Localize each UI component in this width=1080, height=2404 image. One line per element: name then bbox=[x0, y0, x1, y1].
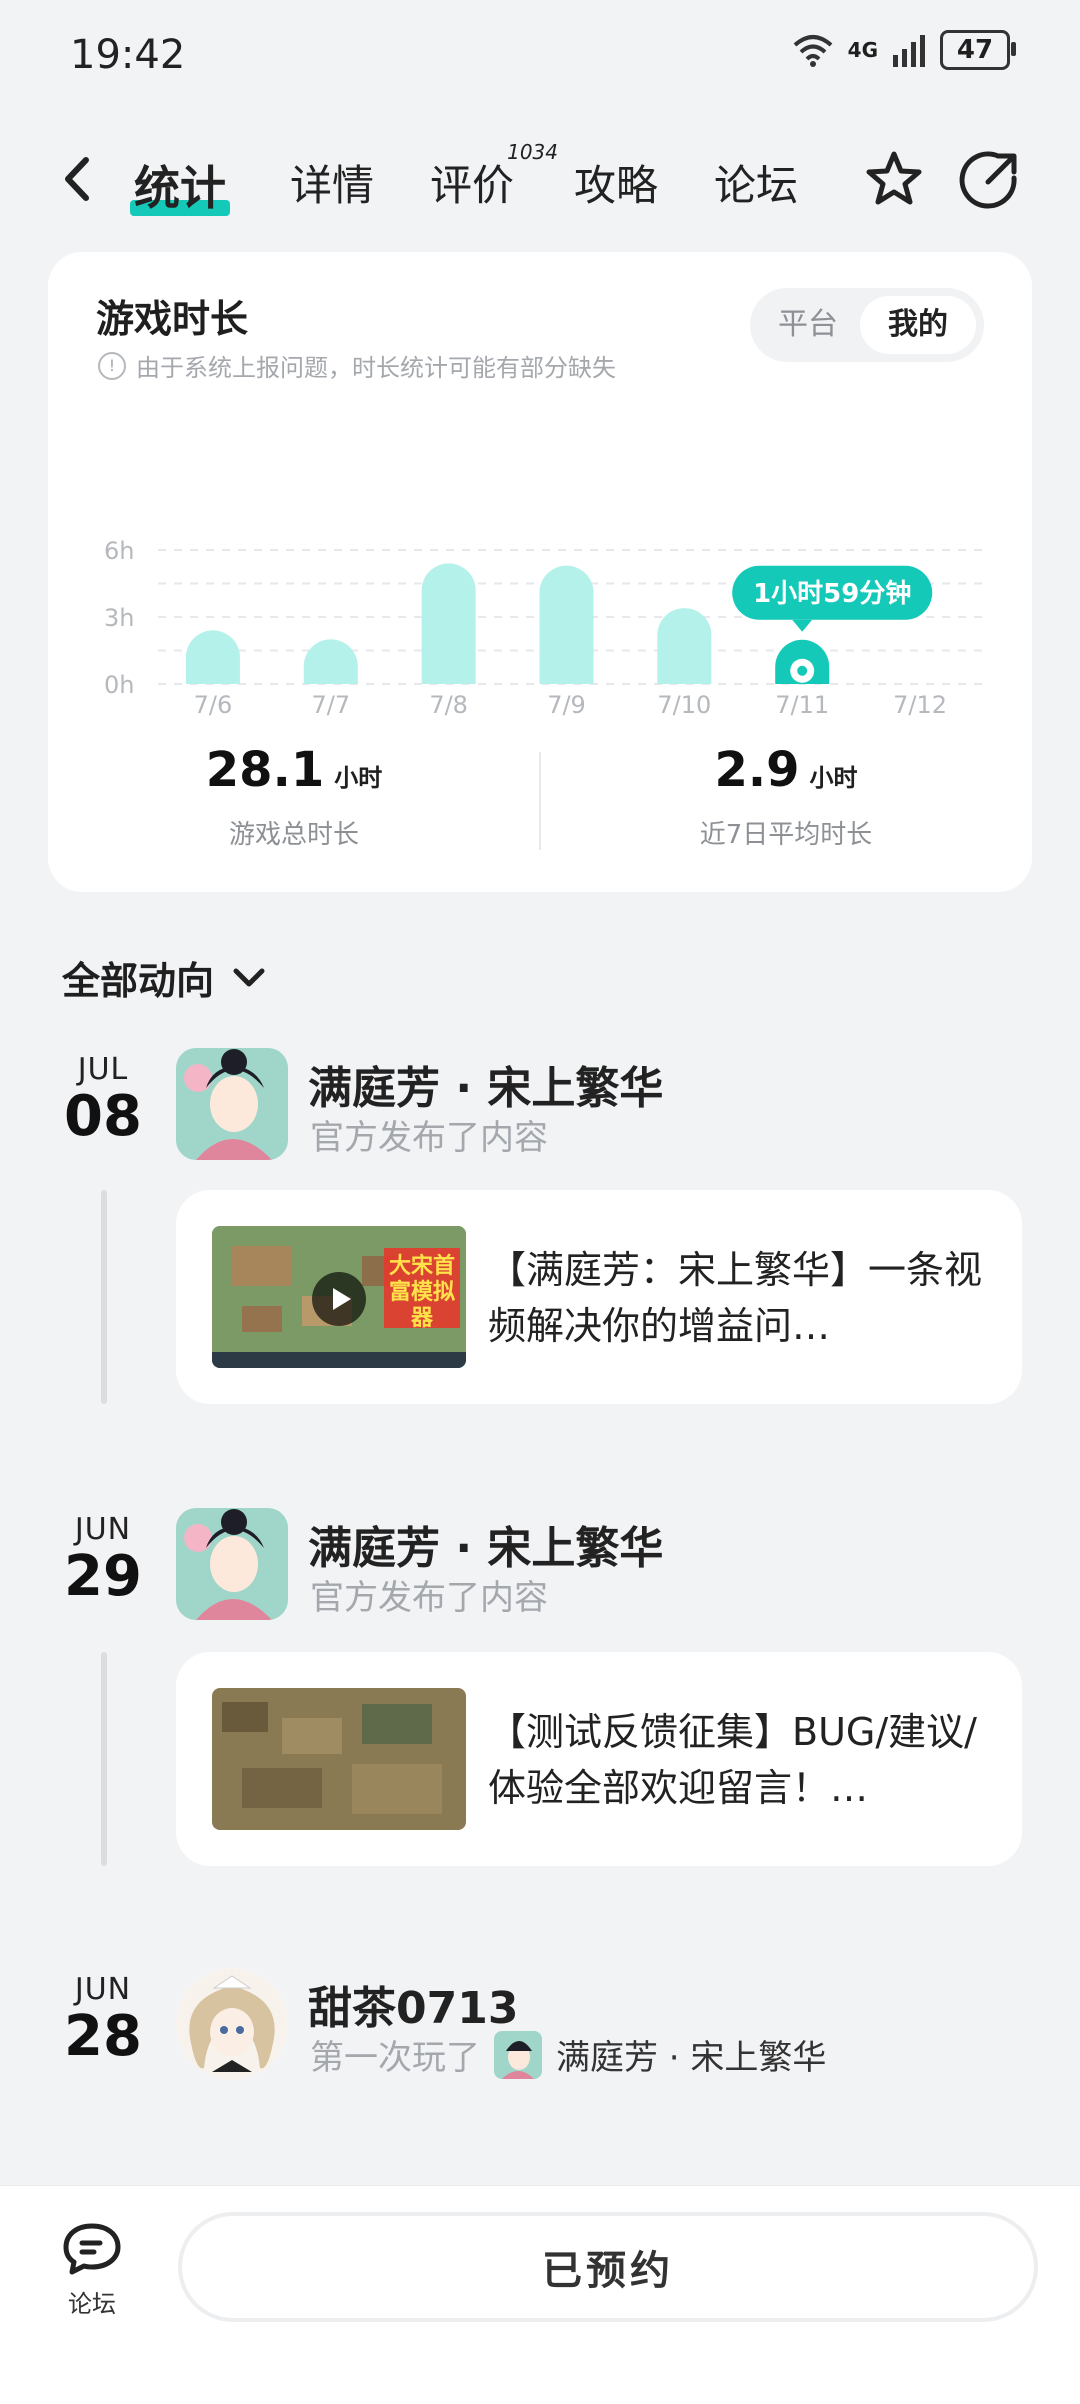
avg-unit: 小时 bbox=[809, 764, 858, 792]
x-tick-label: 7/11 bbox=[775, 691, 829, 719]
chart-bar bbox=[185, 630, 240, 684]
chevron-down-icon bbox=[233, 968, 265, 986]
forum-button[interactable]: 论坛 bbox=[52, 2220, 132, 2319]
playtime-note: ! 由于系统上报问题，时长统计可能有部分缺失 bbox=[98, 348, 616, 383]
status-bar: 19:42 4G 47 bbox=[0, 0, 1080, 110]
status-icons: 4G 47 bbox=[792, 30, 1016, 70]
star-icon[interactable] bbox=[862, 148, 926, 212]
reviews-count: 1034 bbox=[507, 140, 559, 164]
activity-subtitle: 第一次玩了 满庭芳 · 宋上繁华 bbox=[310, 2030, 826, 2079]
total-unit: 小时 bbox=[334, 764, 383, 792]
timeline-line bbox=[101, 1190, 107, 1404]
game-mini-avatar bbox=[494, 2030, 542, 2079]
status-time: 19:42 bbox=[70, 32, 186, 78]
activity-date: JUN 28 bbox=[64, 1972, 142, 2069]
game-name[interactable]: 满庭芳 · 宋上繁华 bbox=[308, 1512, 663, 1576]
share-icon[interactable] bbox=[958, 148, 1022, 212]
thumbnail-title: 大宋首富模拟器 bbox=[388, 1254, 455, 1331]
tab-reviews[interactable]: 评价 1034 bbox=[430, 140, 558, 213]
activity-filter[interactable]: 全部动向 bbox=[62, 950, 266, 1005]
avg-label: 近7日平均时长 bbox=[699, 820, 873, 850]
user-avatar[interactable] bbox=[176, 1968, 288, 2080]
post-thumbnail bbox=[212, 1688, 466, 1830]
game-name[interactable]: 满庭芳 · 宋上繁华 bbox=[308, 1052, 663, 1116]
toggle-platform[interactable]: 平台 bbox=[764, 296, 852, 354]
y-tick-label: 3h bbox=[104, 604, 134, 632]
wifi-icon bbox=[793, 35, 832, 67]
bar-marker-dot bbox=[797, 665, 808, 676]
post-card[interactable]: 大宋首富模拟器 【满庭芳：宋上繁华】一条视频解决你的增益问… bbox=[176, 1190, 1022, 1404]
bottom-bar: 论坛 已预约 bbox=[0, 2185, 1080, 2404]
activity-date: JUN 29 bbox=[64, 1512, 142, 1609]
info-icon: ! bbox=[98, 351, 126, 380]
back-icon[interactable] bbox=[58, 154, 98, 204]
activity-subtitle: 官方发布了内容 bbox=[310, 1578, 548, 1618]
post-text: 【满庭芳：宋上繁华】一条视频解决你的增益问… bbox=[488, 1248, 983, 1348]
post-text: 【测试反馈征集】BUG/建议/体验全部欢迎留言！… bbox=[488, 1710, 977, 1810]
tab-stats[interactable]: 统计 bbox=[130, 152, 230, 218]
average-playtime: 2.9 小时 近7日平均时长 bbox=[540, 742, 1032, 851]
chart-bar bbox=[421, 563, 476, 684]
tab-guides[interactable]: 攻略 bbox=[574, 152, 658, 213]
tooltip-pointer bbox=[792, 619, 813, 632]
total-playtime: 28.1 小时 游戏总时长 bbox=[48, 742, 540, 851]
game-avatar[interactable] bbox=[176, 1508, 288, 1620]
chart-bar bbox=[539, 565, 594, 684]
x-tick-label: 7/7 bbox=[311, 691, 350, 719]
total-value: 28.1 bbox=[205, 742, 325, 798]
activity-date: JUL 08 bbox=[64, 1052, 142, 1149]
x-tick-label: 7/12 bbox=[893, 691, 947, 719]
chart-bar bbox=[303, 639, 358, 684]
tooltip-text: 1小时59分钟 bbox=[753, 578, 911, 609]
network-type: 4G bbox=[847, 38, 878, 62]
play-icon bbox=[312, 1272, 366, 1326]
y-tick-label: 0h bbox=[104, 671, 134, 699]
signal-icon bbox=[893, 35, 925, 67]
game-avatar[interactable] bbox=[176, 1048, 288, 1160]
x-tick-label: 7/8 bbox=[429, 691, 468, 719]
source-toggle: 平台 我的 bbox=[750, 288, 984, 362]
tab-details[interactable]: 详情 bbox=[290, 152, 374, 213]
total-label: 游戏总时长 bbox=[228, 820, 359, 850]
reserve-button[interactable]: 已预约 bbox=[178, 2212, 1038, 2322]
played-game-name: 满庭芳 · 宋上繁华 bbox=[556, 2038, 827, 2078]
post-card[interactable]: 【测试反馈征集】BUG/建议/体验全部欢迎留言！… bbox=[176, 1652, 1022, 1866]
video-thumbnail: 大宋首富模拟器 bbox=[212, 1226, 466, 1368]
activity-subtitle: 官方发布了内容 bbox=[310, 1118, 548, 1158]
chart-bar bbox=[657, 608, 712, 684]
y-tick-label: 6h bbox=[104, 537, 134, 565]
user-name[interactable]: 甜茶0713 bbox=[308, 1972, 518, 2036]
toggle-mine[interactable]: 我的 bbox=[860, 296, 976, 354]
top-nav: 统计 详情 评价 1034 攻略 论坛 bbox=[0, 140, 1080, 230]
timeline-line bbox=[101, 1652, 107, 1866]
playtime-card: 游戏时长 ! 由于系统上报问题，时长统计可能有部分缺失 平台 我的 0h 3h 6h… bbox=[48, 252, 1032, 892]
battery-indicator: 47 bbox=[940, 30, 1016, 70]
x-tick-label: 7/6 bbox=[194, 691, 233, 719]
playtime-title: 游戏时长 bbox=[96, 297, 249, 341]
activity-title: 全部动向 bbox=[62, 959, 215, 1003]
playtime-summary: 28.1 小时 游戏总时长 2.9 小时 近7日平均时长 bbox=[48, 742, 1032, 872]
tab-forum[interactable]: 论坛 bbox=[714, 152, 798, 213]
avg-value: 2.9 bbox=[714, 742, 800, 798]
x-tick-label: 7/9 bbox=[547, 691, 586, 719]
x-tick-label: 7/10 bbox=[657, 691, 711, 719]
playtime-chart: 0h 3h 6h 7/6 7/7 7/8 7/9 7/10 1小时59分钟 7/11 7/12 bbox=[104, 537, 983, 719]
forum-icon bbox=[63, 2223, 121, 2275]
